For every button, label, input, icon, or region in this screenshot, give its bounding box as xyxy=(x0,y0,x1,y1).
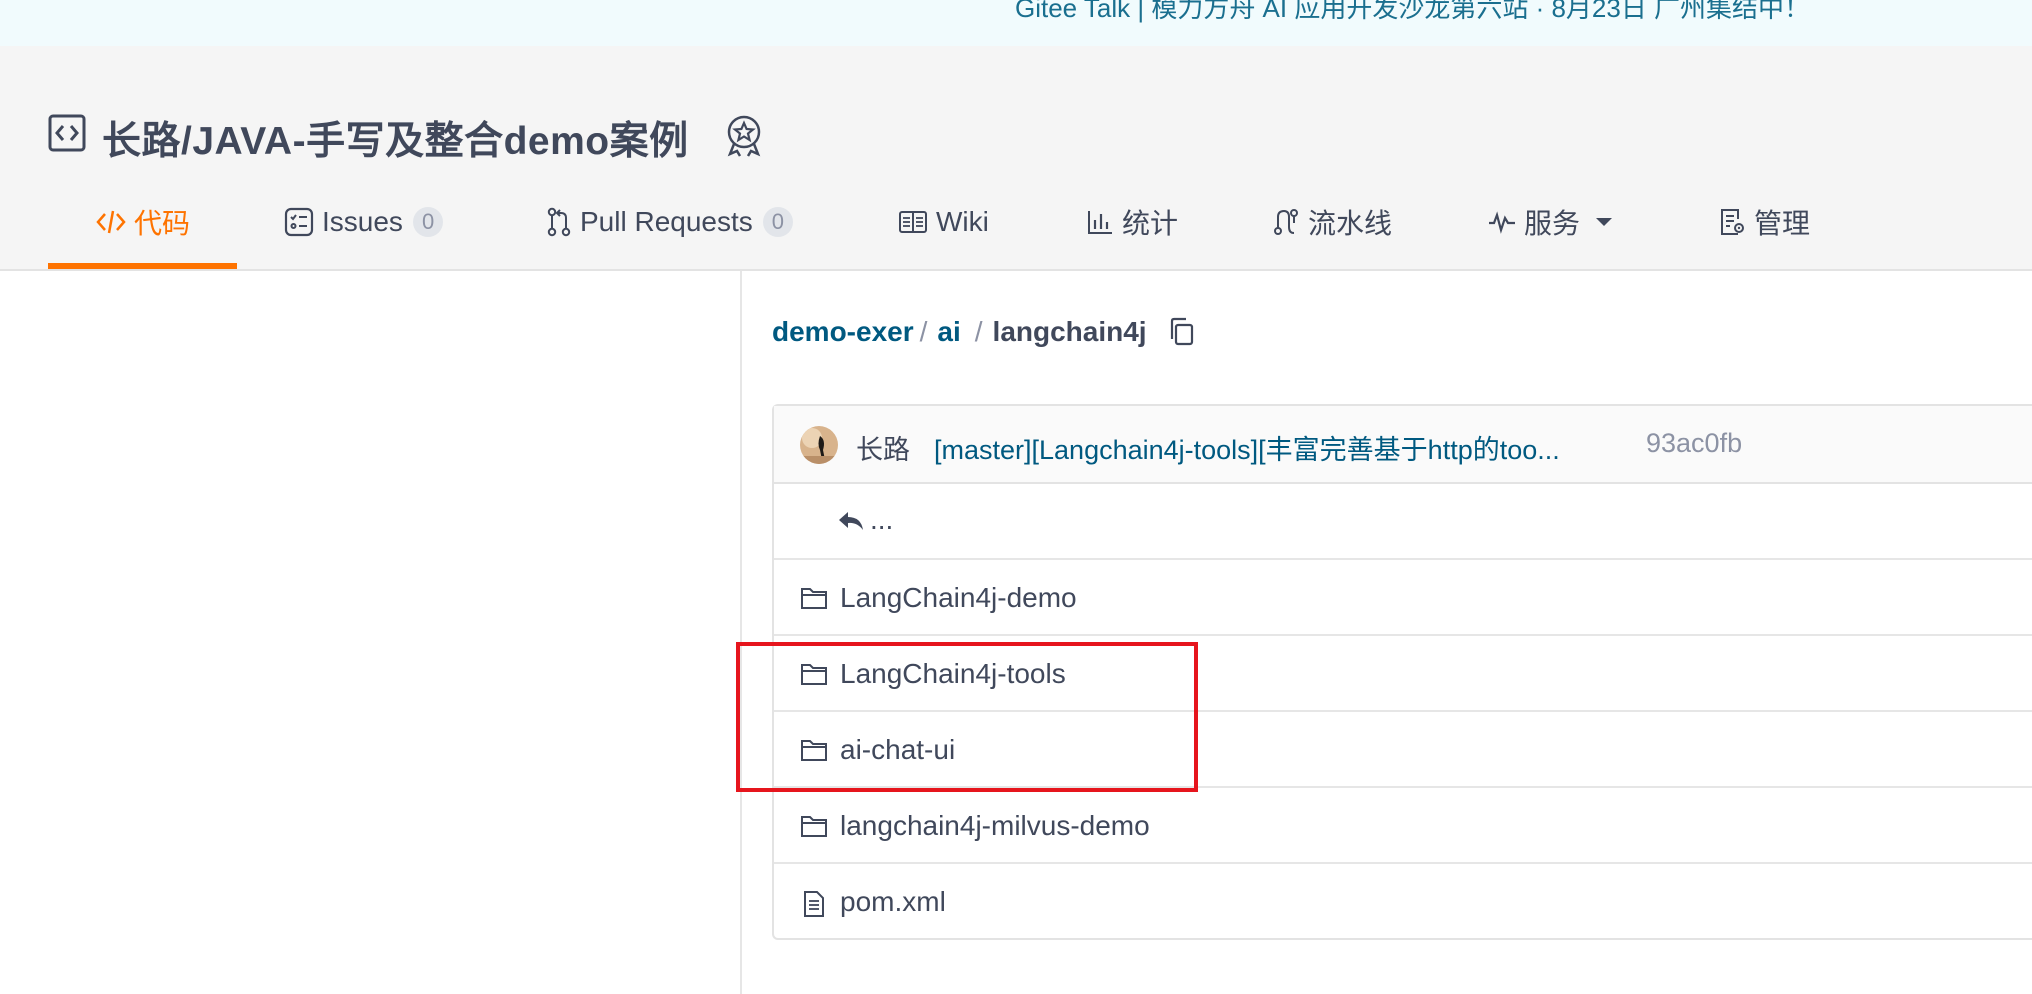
repo-title[interactable]: 长路/JAVA-手写及整合demo案例 xyxy=(102,110,689,166)
tab-pipeline-label: 流水线 xyxy=(1308,208,1393,239)
repo-header: 长路/JAVA-手写及整合demo案例 代码 Issues 0 Pull Req… xyxy=(0,46,2032,271)
file-name[interactable]: pom.xml xyxy=(840,886,946,918)
file-name[interactable]: LangChain4j-demo xyxy=(840,582,1077,614)
list-item[interactable]: pom.xml xyxy=(774,864,2032,940)
commit-hash[interactable]: 93ac0fb xyxy=(1646,428,1742,459)
breadcrumb-separator: / xyxy=(919,316,928,347)
back-arrow-icon xyxy=(839,512,863,530)
folder-icon xyxy=(801,588,827,609)
tab-services-label: 服务 xyxy=(1524,208,1581,239)
tab-pull-requests-label: Pull Requests xyxy=(580,206,753,237)
list-item[interactable]: langchain4j-milvus-demo xyxy=(774,788,2032,864)
bar-chart-icon xyxy=(1088,211,1112,234)
parent-directory-label: ... xyxy=(870,504,894,535)
tab-manage-label: 管理 xyxy=(1754,208,1811,239)
breadcrumb-separator: / xyxy=(974,316,983,347)
avatar[interactable] xyxy=(800,426,838,464)
commit-author[interactable]: 长路 xyxy=(856,428,910,467)
tab-code-label: 代码 xyxy=(134,208,191,239)
settings-doc-icon xyxy=(1721,209,1744,235)
latest-commit-row: 长路 [master][Langchain4j-tools][丰富完善基于htt… xyxy=(774,406,2032,484)
highlight-annotation xyxy=(736,642,1198,792)
file-name[interactable]: langchain4j-milvus-demo xyxy=(840,810,1150,842)
pull-requests-count-badge: 0 xyxy=(762,207,794,237)
issues-icon xyxy=(284,207,314,237)
breadcrumb: demo-exer / ai / langchain4j xyxy=(772,316,1195,348)
book-icon xyxy=(899,211,927,233)
pulse-icon xyxy=(1489,211,1515,234)
pipeline-icon xyxy=(1274,209,1298,235)
sidebar-divider xyxy=(740,271,742,994)
file-text-icon xyxy=(804,891,824,917)
announcement-banner[interactable]: Gitee Talk | 模力方舟 AI 应用开发沙龙第六站 · 8月23日 广… xyxy=(0,0,2032,46)
tab-code[interactable]: 代码 xyxy=(96,198,190,246)
issues-count-badge: 0 xyxy=(412,207,444,237)
repo-code-icon xyxy=(48,114,86,152)
list-item[interactable]: LangChain4j-demo xyxy=(774,560,2032,636)
parent-directory-row[interactable]: ... xyxy=(774,484,2032,560)
tab-manage[interactable]: 管理 xyxy=(1718,198,1810,246)
tab-pull-requests[interactable]: Pull Requests 0 xyxy=(546,198,794,246)
tab-issues[interactable]: Issues 0 xyxy=(284,198,444,246)
commit-message[interactable]: [master][Langchain4j-tools][丰富完善基于http的t… xyxy=(934,428,1560,467)
copy-icon[interactable] xyxy=(1169,317,1195,347)
chevron-down-icon xyxy=(1596,218,1613,226)
code-icon xyxy=(96,210,126,234)
tab-statistics[interactable]: 统计 xyxy=(1086,198,1178,246)
banner-text[interactable]: Gitee Talk | 模力方舟 AI 应用开发沙龙第六站 · 8月23日 广… xyxy=(1015,0,1810,25)
active-tab-indicator xyxy=(48,263,237,269)
pull-request-icon xyxy=(547,207,571,237)
tab-services[interactable]: 服务 xyxy=(1488,198,1622,246)
breadcrumb-item-demo-exer[interactable]: demo-exer xyxy=(772,316,914,348)
breadcrumb-item-ai[interactable]: ai xyxy=(937,316,960,348)
tab-wiki[interactable]: Wiki xyxy=(898,198,989,246)
breadcrumb-current: langchain4j xyxy=(992,316,1147,347)
folder-icon xyxy=(801,816,827,837)
recommended-badge-icon[interactable] xyxy=(724,114,764,158)
tab-statistics-label: 统计 xyxy=(1122,208,1179,239)
tab-wiki-label: Wiki xyxy=(936,206,989,237)
tab-pipeline[interactable]: 流水线 xyxy=(1272,198,1392,246)
tab-issues-label: Issues xyxy=(322,206,403,237)
